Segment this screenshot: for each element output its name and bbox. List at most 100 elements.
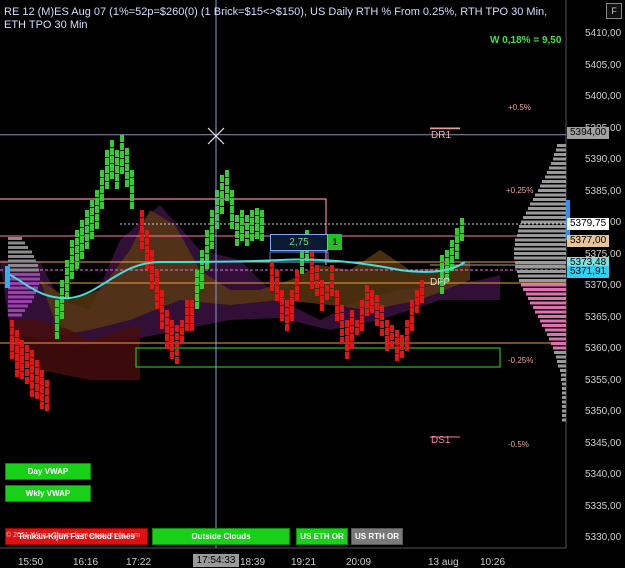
price-tag-dr1: 5394,00 (567, 127, 610, 139)
renko-down-brick (40, 394, 44, 401)
volume-profile-bar (517, 234, 566, 237)
chart-title: RE 12 (M)ES Aug 07 (1%=52p=$260(0) (1 Br… (4, 6, 548, 31)
renko-up-brick (445, 250, 449, 257)
renko-down-brick (365, 309, 369, 316)
volume-profile-bar (523, 288, 566, 291)
renko-down-brick (175, 333, 179, 340)
renko-down-brick (170, 352, 174, 359)
renko-down-brick (145, 254, 149, 261)
renko-down-brick (170, 328, 174, 335)
outside-clouds-button[interactable]: Outside Clouds (152, 528, 290, 545)
renko-up-brick (250, 226, 254, 233)
renko-down-brick (30, 374, 34, 381)
renko-down-brick (45, 396, 49, 403)
chart-menu-button[interactable]: F (606, 3, 622, 19)
renko-down-brick (320, 280, 324, 287)
renko-up-brick (240, 218, 244, 225)
renko-down-brick (20, 356, 24, 363)
renko-down-brick (190, 300, 194, 307)
renko-up-brick (245, 215, 249, 222)
volume-profile-bar (562, 405, 566, 408)
renko-up-brick (60, 288, 64, 295)
renko-down-brick (275, 278, 279, 285)
day-vwap-button[interactable]: Day VWAP (5, 463, 91, 480)
renko-up-brick (300, 251, 304, 258)
renko-up-brick (205, 238, 209, 245)
renko-down-brick (315, 289, 319, 296)
renko-down-brick (375, 319, 379, 326)
renko-up-brick (250, 218, 254, 225)
renko-down-brick (160, 290, 164, 297)
renko-down-brick (310, 282, 314, 289)
wkly-vwap-button[interactable]: Wkly VWAP (5, 485, 91, 502)
renko-up-brick (80, 228, 84, 235)
renko-chart-canvas[interactable] (0, 0, 625, 567)
renko-down-brick (295, 278, 299, 285)
renko-down-brick (345, 320, 349, 327)
renko-up-brick (210, 218, 214, 225)
volume-profile-bar (514, 247, 566, 251)
renko-up-brick (250, 210, 254, 217)
renko-down-brick (385, 336, 389, 343)
renko-down-brick (35, 392, 39, 399)
renko-down-brick (295, 270, 299, 277)
volume-profile-bar (538, 189, 566, 192)
renko-up-brick (100, 178, 104, 185)
renko-up-brick (225, 194, 229, 201)
renko-up-brick (460, 226, 464, 233)
us-eth-or-button[interactable]: US ETH OR (296, 528, 348, 545)
renko-down-brick (335, 314, 339, 321)
volume-profile-bar (521, 283, 566, 287)
renko-up-brick (85, 226, 89, 233)
renko-down-brick (165, 342, 169, 349)
level-label-plus-0-5: +0.5% (508, 103, 531, 112)
renko-down-brick (405, 320, 409, 327)
renko-up-brick (440, 263, 444, 270)
volume-profile-bar (553, 157, 566, 161)
renko-up-brick (65, 284, 69, 291)
renko-down-brick (155, 286, 159, 293)
renko-down-brick (310, 266, 314, 273)
tpo-profile-bar (8, 277, 40, 281)
us-rth-or-button[interactable]: US RTH OR (351, 528, 403, 545)
renko-down-brick (20, 372, 24, 379)
renko-down-brick (30, 382, 34, 389)
volume-profile-bar (526, 211, 566, 215)
renko-down-brick (410, 300, 414, 307)
renko-up-brick (120, 167, 124, 174)
volume-profile-bar (562, 387, 566, 390)
renko-up-brick (205, 230, 209, 237)
renko-down-brick (295, 294, 299, 301)
volume-profile-bar (553, 346, 566, 350)
renko-down-brick (10, 320, 14, 327)
renko-up-brick (60, 312, 64, 319)
renko-down-brick (15, 330, 19, 337)
renko-up-brick (235, 215, 239, 222)
level-label-ds1: DS1 (431, 435, 451, 446)
renko-up-brick (105, 182, 109, 189)
renko-down-brick (275, 270, 279, 277)
price-tick-label: 5350,00 (585, 406, 622, 417)
renko-down-brick (165, 326, 169, 333)
renko-down-brick (270, 268, 274, 275)
volume-profile-bar (515, 261, 566, 264)
time-label: 18:39 (240, 557, 266, 568)
renko-up-brick (70, 272, 74, 279)
renko-down-brick (25, 353, 29, 360)
chart-window[interactable]: RE 12 (M)ES Aug 07 (1%=52p=$260(0) (1 Br… (0, 0, 625, 568)
renko-up-brick (440, 287, 444, 294)
eth-or-low-box (135, 347, 501, 368)
renko-down-brick (380, 321, 384, 328)
volume-profile-bar (557, 144, 566, 147)
renko-down-brick (360, 308, 364, 315)
renko-down-brick (40, 378, 44, 385)
renko-down-brick (275, 286, 279, 293)
renko-down-brick (280, 306, 284, 313)
renko-down-brick (140, 210, 144, 217)
renko-down-brick (160, 314, 164, 321)
renko-down-brick (420, 280, 424, 287)
renko-up-brick (225, 178, 229, 185)
renko-up-brick (85, 234, 89, 241)
renko-down-brick (35, 360, 39, 367)
volume-profile-bar (562, 400, 566, 404)
